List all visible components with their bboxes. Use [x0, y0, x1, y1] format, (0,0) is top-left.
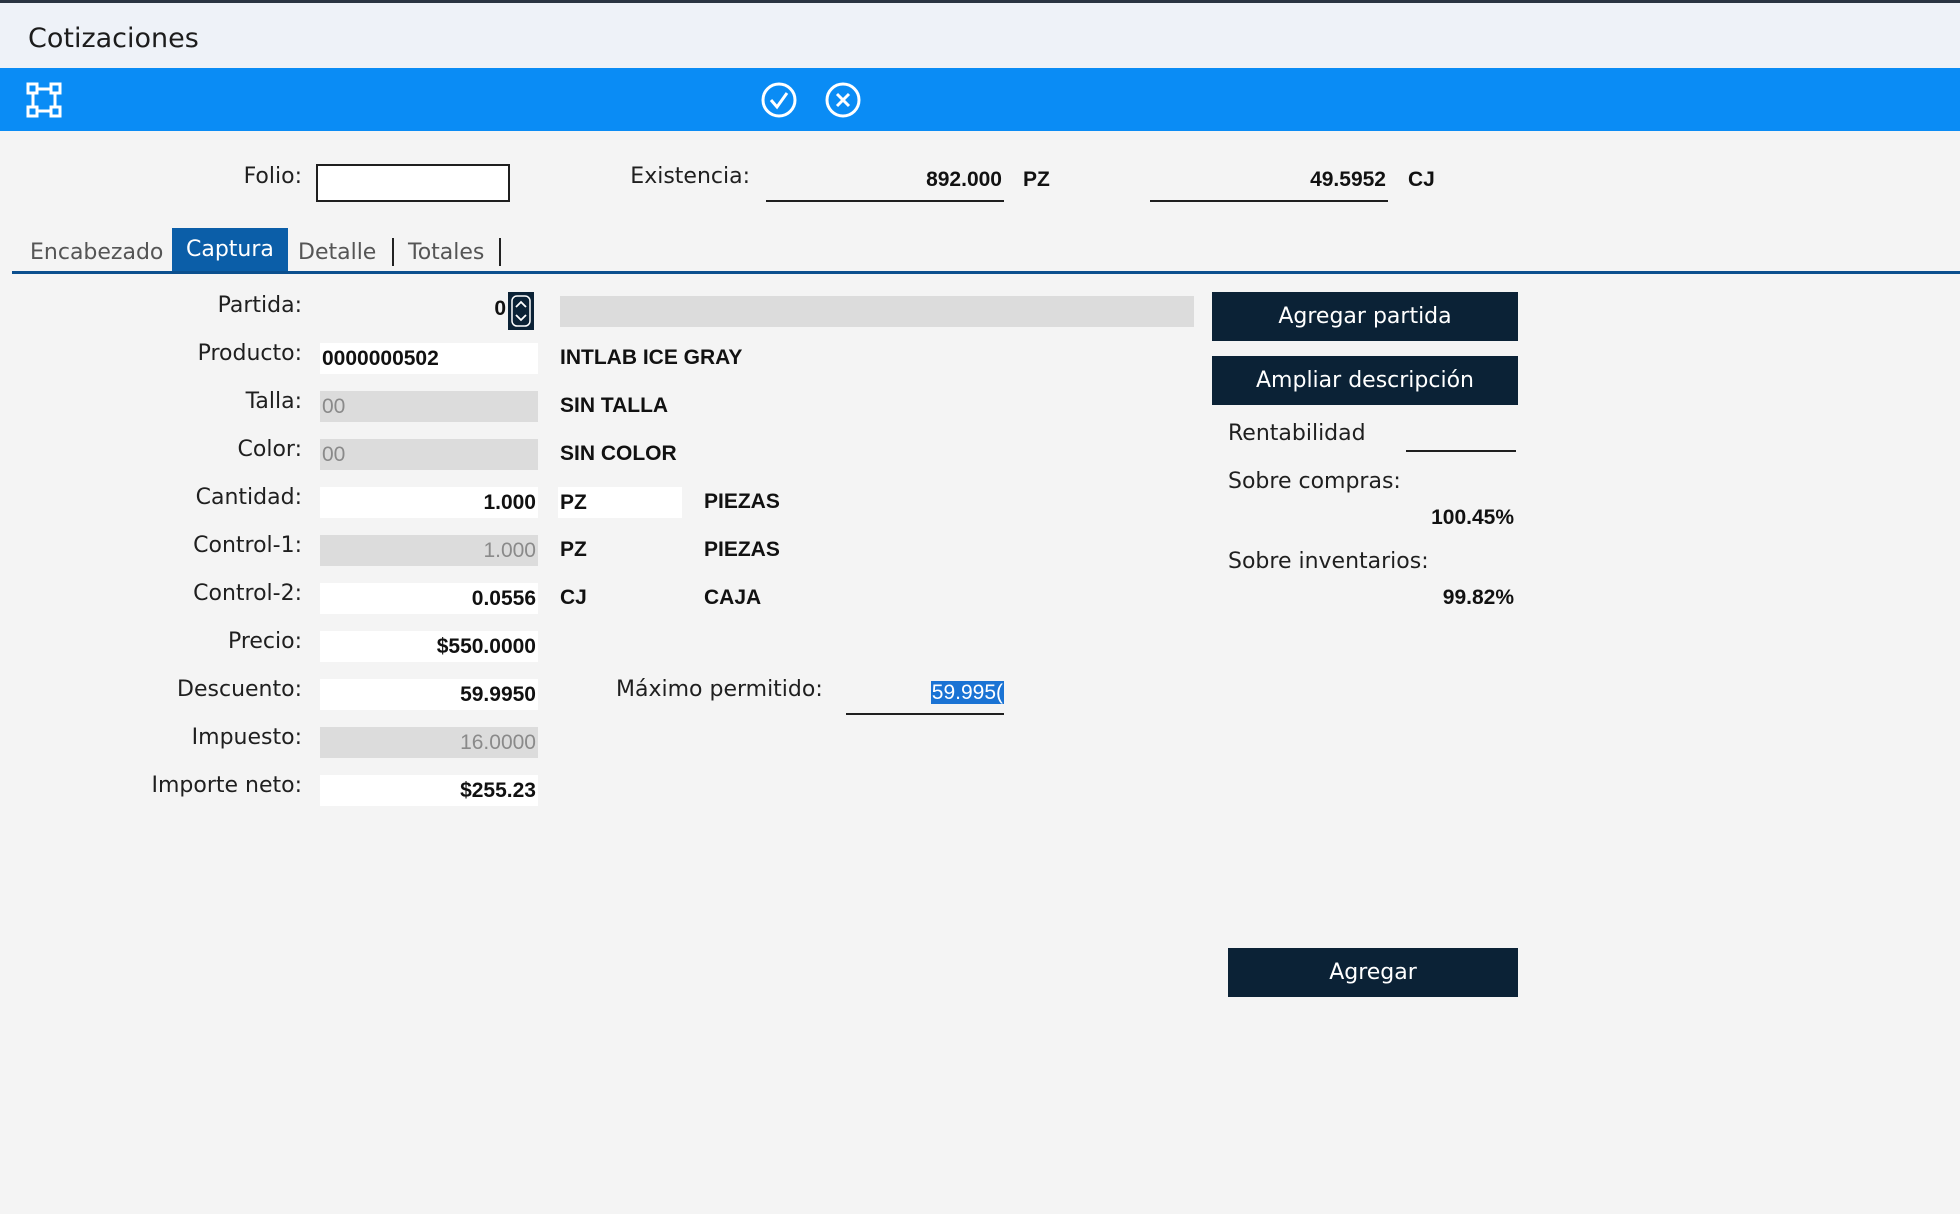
descuento-label: Descuento: — [177, 677, 302, 702]
control2-unit-description: CAJA — [704, 586, 762, 609]
cantidad-input[interactable]: 1.000 — [320, 487, 538, 518]
descuento-input[interactable]: 59.9950 — [320, 679, 538, 710]
cancel-x-icon[interactable] — [824, 81, 862, 119]
title-bar: Cotizaciones — [0, 3, 1960, 68]
producto-input[interactable]: 0000000502 — [320, 343, 538, 374]
maximo-permitido-underline — [846, 713, 1004, 715]
cantidad-unit-input[interactable]: PZ — [558, 487, 682, 518]
maximo-permitido-selected-text: 59.995( — [930, 681, 1004, 704]
tab-separator — [392, 238, 394, 266]
spinner-arrows-icon[interactable] — [510, 294, 532, 328]
ampliar-descripcion-button[interactable]: Ampliar descripción — [1212, 356, 1518, 405]
tab-encabezado[interactable]: Encabezado — [30, 232, 163, 272]
rentabilidad-underline — [1406, 450, 1516, 452]
control1-label: Control-1: — [193, 533, 302, 558]
partida-spinner[interactable] — [508, 292, 534, 330]
window-title: Cotizaciones — [28, 23, 199, 54]
folio-label: Folio: — [243, 164, 302, 189]
impuesto-label: Impuesto: — [191, 725, 302, 750]
control1-unit-description: PIEZAS — [704, 538, 780, 561]
toolbar — [0, 68, 1960, 131]
sobre-compras-value: 100.45% — [1431, 506, 1514, 529]
control1-input[interactable]: 1.000 — [320, 535, 538, 566]
maximo-permitido-label: Máximo permitido: — [616, 677, 823, 702]
precio-input[interactable]: $550.0000 — [320, 631, 538, 662]
folio-input[interactable] — [316, 164, 510, 202]
precio-label: Precio: — [227, 629, 302, 654]
existencia-qty-cj-underline — [1150, 200, 1388, 202]
color-description: SIN COLOR — [560, 442, 677, 465]
tab-detalle[interactable]: Detalle — [298, 232, 376, 272]
color-label: Color: — [237, 437, 302, 462]
confirm-check-icon[interactable] — [760, 81, 798, 119]
maximo-permitido-input[interactable]: 59.995( — [846, 679, 1004, 713]
control2-unit: CJ — [560, 586, 587, 609]
sobre-compras-label: Sobre compras: — [1228, 469, 1401, 494]
agregar-button[interactable]: Agregar — [1228, 948, 1518, 997]
importe-neto-input[interactable]: $255.23 — [320, 775, 538, 806]
cantidad-label: Cantidad: — [195, 485, 302, 510]
impuesto-input[interactable]: 16.0000 — [320, 727, 538, 758]
producto-label: Producto: — [197, 341, 302, 366]
sobre-inventarios-value: 99.82% — [1442, 586, 1514, 609]
existencia-qty-pz: 892.000 — [926, 168, 1002, 191]
control1-unit: PZ — [560, 538, 587, 561]
existencia-unit-cj: CJ — [1408, 168, 1435, 191]
existencia-unit-pz: PZ — [1023, 168, 1050, 191]
tab-totales[interactable]: Totales — [408, 232, 484, 272]
tab-captura[interactable]: Captura — [172, 228, 288, 272]
talla-description: SIN TALLA — [560, 394, 669, 417]
tab-underline — [12, 271, 1960, 274]
partida-label: Partida: — [217, 293, 302, 318]
control2-input[interactable]: 0.0556 — [320, 583, 538, 614]
rentabilidad-label: Rentabilidad — [1228, 421, 1366, 446]
tab-separator — [499, 238, 501, 266]
agregar-partida-button[interactable]: Agregar partida — [1212, 292, 1518, 341]
existencia-label: Existencia: — [630, 164, 750, 189]
existencia-qty-pz-underline — [766, 200, 1004, 202]
existencia-qty-cj: 49.5952 — [1310, 168, 1386, 191]
control2-label: Control-2: — [193, 581, 302, 606]
talla-label: Talla: — [245, 389, 302, 414]
talla-input[interactable]: 00 — [320, 391, 538, 422]
cantidad-unit-description: PIEZAS — [704, 490, 780, 513]
partida-value[interactable]: 0 — [440, 297, 506, 321]
sobre-inventarios-label: Sobre inventarios: — [1228, 549, 1429, 574]
frame-select-icon[interactable] — [26, 82, 62, 118]
color-input[interactable]: 00 — [320, 439, 538, 470]
producto-description: INTLAB ICE GRAY — [560, 346, 743, 369]
importe-neto-label: Importe neto: — [151, 773, 302, 798]
partida-description-field — [560, 296, 1194, 327]
